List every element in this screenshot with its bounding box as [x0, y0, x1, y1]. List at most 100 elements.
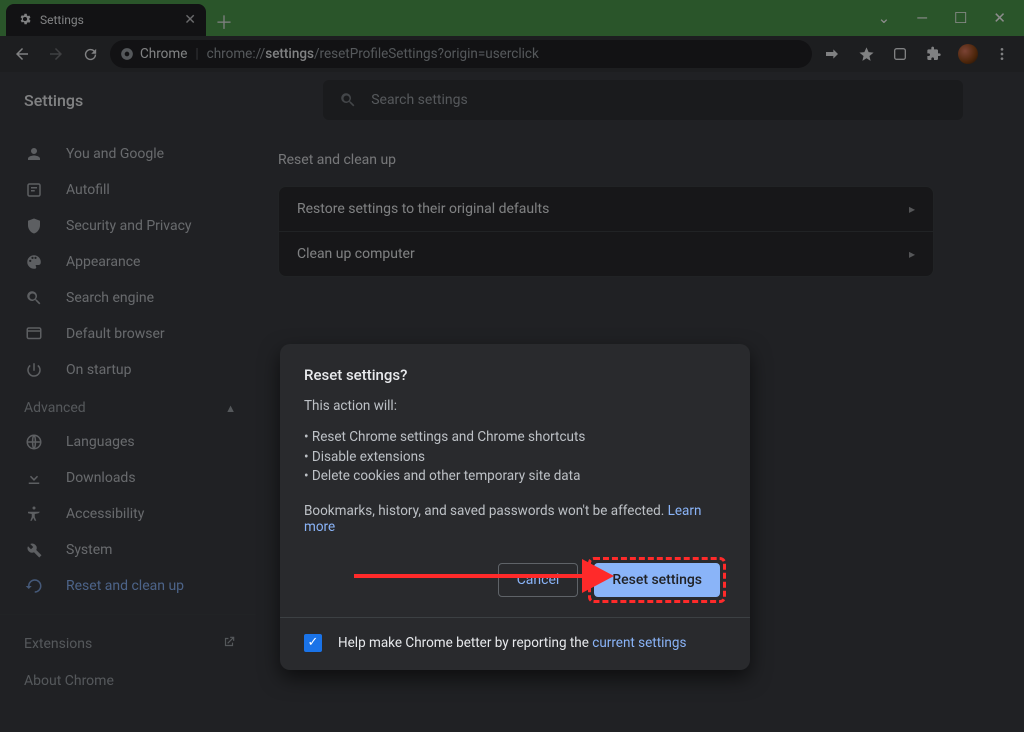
- restore-defaults-row[interactable]: Restore settings to their original defau…: [279, 187, 933, 231]
- sidebar-item-you-and-google[interactable]: You and Google: [0, 136, 256, 172]
- dialog-bullet: • Disable extensions: [304, 448, 726, 468]
- current-settings-link[interactable]: current settings: [592, 635, 686, 651]
- reload-button[interactable]: [76, 40, 104, 68]
- search-icon: [339, 91, 357, 109]
- dialog-button-row: Cancel Reset settings: [304, 557, 726, 603]
- reset-settings-button[interactable]: Reset settings: [594, 563, 720, 597]
- back-button[interactable]: [8, 40, 36, 68]
- forward-button[interactable]: [42, 40, 70, 68]
- gear-icon: [18, 12, 32, 29]
- sidebar-item-label: Languages: [66, 434, 135, 450]
- sidebar-item-label: Default browser: [66, 326, 165, 342]
- browser-tab[interactable]: Settings ✕: [6, 4, 206, 36]
- dialog-bullet: • Reset Chrome settings and Chrome short…: [304, 428, 726, 448]
- sidebar-item-downloads[interactable]: Downloads: [0, 460, 256, 496]
- window-titlebar: Settings ✕ ＋ ⌄ — ☐ ✕: [0, 0, 1024, 36]
- new-tab-button[interactable]: ＋: [210, 8, 238, 36]
- sidebar-item-reset-cleanup[interactable]: Reset and clean up: [0, 568, 256, 604]
- settings-header: Settings Search settings: [0, 72, 1024, 128]
- accessibility-icon: [24, 505, 44, 523]
- site-info-chrome: Chrome: [120, 46, 187, 62]
- reset-settings-dialog: Reset settings? This action will: • Rese…: [280, 344, 750, 670]
- sidebar-advanced-toggle[interactable]: Advanced ▲: [0, 388, 256, 424]
- tabstrip: Settings ✕ ＋: [0, 0, 238, 36]
- consent-row: ✓ Help make Chrome better by reporting t…: [304, 618, 726, 652]
- chrome-menu-icon[interactable]: [988, 40, 1016, 68]
- minimize-icon[interactable]: —: [916, 9, 928, 27]
- sidebar-item-appearance[interactable]: Appearance: [0, 244, 256, 280]
- maximize-icon[interactable]: ☐: [954, 9, 967, 27]
- search-settings-input[interactable]: Search settings: [323, 80, 963, 120]
- wrench-icon: [24, 541, 44, 559]
- reset-cleanup-card: Restore settings to their original defau…: [278, 186, 934, 277]
- sidebar-item-label: Extensions: [24, 636, 92, 652]
- sidebar-section-label: Advanced: [24, 400, 86, 416]
- sidebar-item-label: You and Google: [66, 146, 164, 162]
- sidebar-item-label: Search engine: [66, 290, 154, 306]
- consent-checkbox[interactable]: ✓: [304, 634, 322, 652]
- reading-list-icon[interactable]: [886, 40, 914, 68]
- chevron-right-icon: ▸: [909, 247, 915, 261]
- chevron-down-icon[interactable]: ⌄: [878, 9, 891, 27]
- restore-icon: [24, 577, 44, 595]
- row-label: Restore settings to their original defau…: [297, 201, 549, 217]
- address-bar[interactable]: Chrome | chrome://settings/resetProfileS…: [110, 40, 812, 68]
- consent-text: Help make Chrome better by reporting the…: [338, 635, 686, 651]
- shield-icon: [24, 217, 44, 235]
- palette-icon: [24, 253, 44, 271]
- row-label: Clean up computer: [297, 246, 415, 262]
- dialog-bullet-list: • Reset Chrome settings and Chrome short…: [304, 428, 726, 487]
- globe-icon: [24, 433, 44, 451]
- bookmark-star-icon[interactable]: [852, 40, 880, 68]
- open-external-icon: [222, 635, 236, 653]
- sidebar-item-label: On startup: [66, 362, 132, 378]
- chevron-up-icon: ▲: [225, 402, 236, 415]
- autofill-icon: [24, 181, 44, 199]
- sidebar-item-languages[interactable]: Languages: [0, 424, 256, 460]
- window-controls: ⌄ — ☐ ✕: [878, 9, 1024, 27]
- power-icon: [24, 361, 44, 379]
- sidebar-item-label: System: [66, 542, 112, 558]
- omnibox-url: chrome://settings/resetProfileSettings?o…: [207, 46, 539, 62]
- sidebar-item-label: About Chrome: [24, 673, 114, 689]
- dialog-keep-text: Bookmarks, history, and saved passwords …: [304, 503, 726, 535]
- browser-toolbar: Chrome | chrome://settings/resetProfileS…: [0, 36, 1024, 72]
- sidebar-item-accessibility[interactable]: Accessibility: [0, 496, 256, 532]
- sidebar-item-label: Security and Privacy: [66, 218, 192, 234]
- page-title: Settings: [24, 91, 83, 110]
- sidebar-item-label: Reset and clean up: [66, 578, 184, 594]
- sidebar-item-search-engine[interactable]: Search engine: [0, 280, 256, 316]
- browser-icon: [24, 325, 44, 343]
- omnibox-scheme-label: Chrome: [140, 46, 187, 62]
- sidebar-extensions[interactable]: Extensions: [0, 625, 256, 663]
- section-title: Reset and clean up: [278, 152, 934, 168]
- sidebar-item-default-browser[interactable]: Default browser: [0, 316, 256, 352]
- person-icon: [24, 145, 44, 163]
- close-window-icon[interactable]: ✕: [993, 9, 1006, 27]
- sidebar-item-label: Downloads: [66, 470, 136, 486]
- search-icon: [24, 289, 44, 307]
- sidebar-item-autofill[interactable]: Autofill: [0, 172, 256, 208]
- sidebar-item-on-startup[interactable]: On startup: [0, 352, 256, 388]
- extensions-icon[interactable]: [920, 40, 948, 68]
- chevron-right-icon: ▸: [909, 202, 915, 216]
- dialog-title: Reset settings?: [304, 366, 726, 384]
- annotation-highlight: Reset settings: [588, 557, 726, 603]
- sidebar-item-system[interactable]: System: [0, 532, 256, 568]
- sidebar-item-label: Accessibility: [66, 506, 144, 522]
- tab-title: Settings: [40, 13, 84, 27]
- sidebar-item-security-privacy[interactable]: Security and Privacy: [0, 208, 256, 244]
- sidebar-about-chrome[interactable]: About Chrome: [0, 663, 256, 699]
- close-tab-icon[interactable]: ✕: [184, 12, 196, 28]
- profile-avatar[interactable]: [954, 40, 982, 68]
- download-icon: [24, 469, 44, 487]
- dialog-lead: This action will:: [304, 398, 726, 414]
- cancel-button[interactable]: Cancel: [498, 563, 579, 597]
- settings-sidebar: You and Google Autofill Security and Pri…: [0, 128, 256, 732]
- dialog-bullet: • Delete cookies and other temporary sit…: [304, 467, 726, 487]
- search-placeholder: Search settings: [371, 92, 468, 108]
- sidebar-item-label: Appearance: [66, 254, 140, 270]
- sidebar-item-label: Autofill: [66, 182, 110, 198]
- clean-up-computer-row[interactable]: Clean up computer ▸: [279, 231, 933, 276]
- share-icon[interactable]: [818, 40, 846, 68]
